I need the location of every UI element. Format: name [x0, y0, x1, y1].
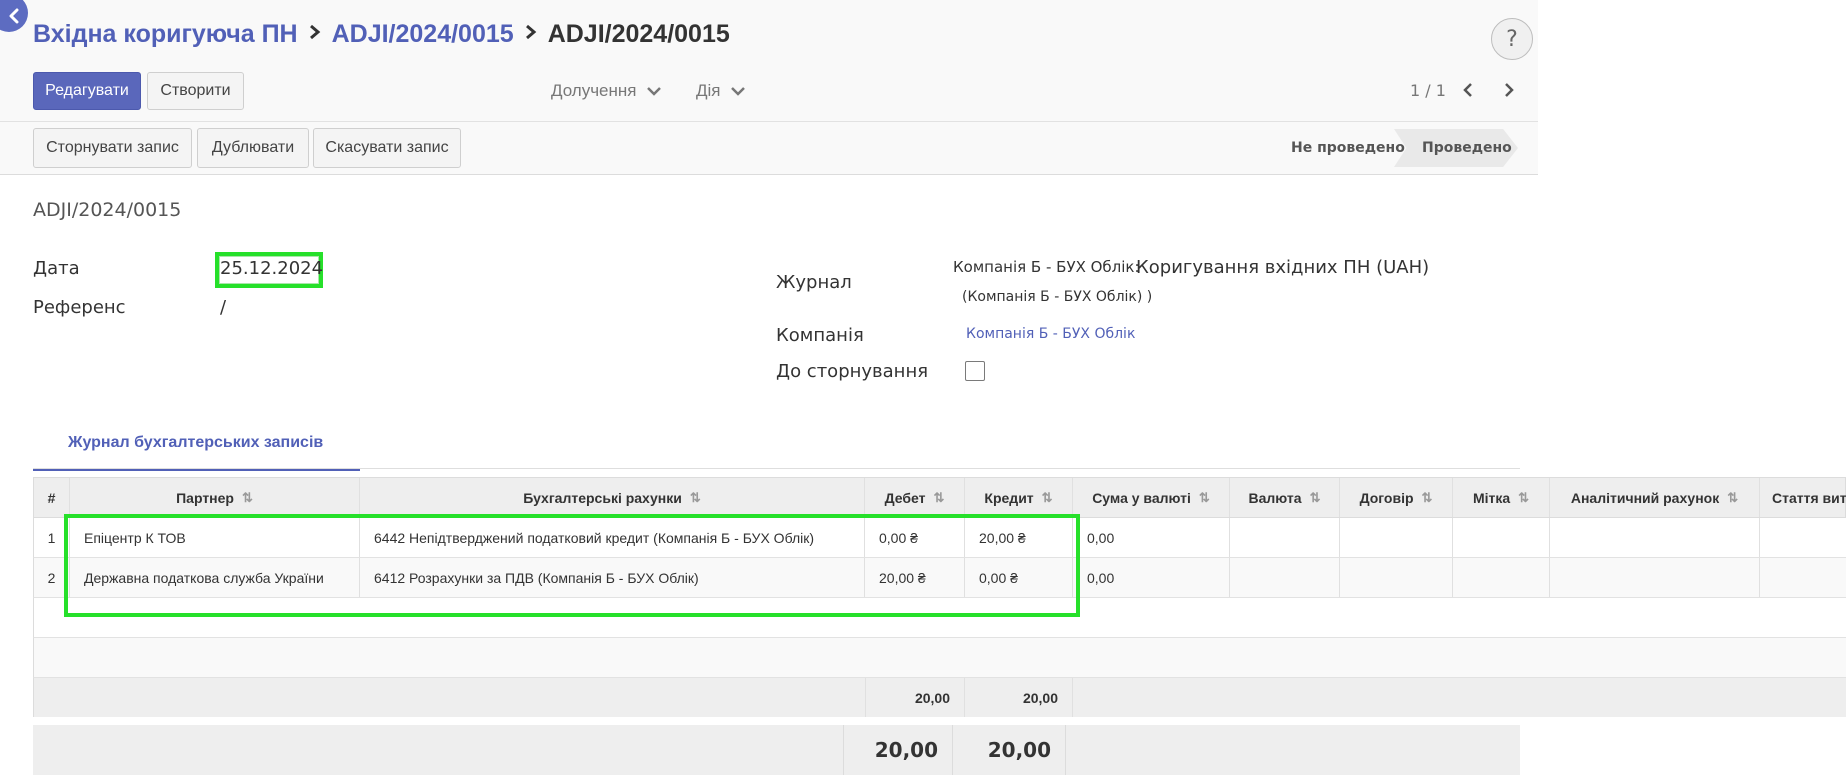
tab-active-indicator: [33, 469, 360, 471]
row-analytic[interactable]: [1550, 518, 1760, 557]
row-analytic[interactable]: [1550, 558, 1760, 597]
header-expense-item-label: Стаття вит: [1772, 489, 1846, 506]
footer-debit-total: 20,00: [843, 725, 953, 775]
row-currency[interactable]: [1230, 518, 1340, 557]
footer-totals: 20,00 20,00: [33, 725, 1520, 775]
breadcrumb-current: ADJI/2024/0015: [547, 20, 730, 48]
header-credit-label: Кредит: [984, 489, 1034, 506]
control-panel-bottom-border: [0, 174, 1538, 175]
row-label[interactable]: [1453, 558, 1550, 597]
breadcrumb-root-link[interactable]: Вхідна коригуюча ПН: [33, 20, 298, 49]
chevron-left-icon: [1463, 83, 1472, 97]
header-account[interactable]: Бухгалтерські рахунки ⇅: [360, 478, 865, 517]
header-number-label: #: [47, 489, 56, 506]
attachments-dropdown-label: Долучення: [551, 81, 637, 100]
to-reverse-label: До сторнування: [776, 361, 929, 382]
totals-debit: 20,00: [865, 678, 965, 717]
row-label[interactable]: [1453, 518, 1550, 557]
header-analytic[interactable]: Аналітичний рахунок ⇅: [1550, 478, 1760, 517]
sort-icon: ⇅: [689, 489, 701, 505]
chevron-down-icon: [646, 87, 661, 96]
sort-icon: ⇅: [241, 489, 253, 505]
sort-icon: ⇅: [1727, 489, 1739, 505]
chevron-left-icon: [9, 8, 19, 24]
reference-label: Референс: [33, 297, 126, 318]
company-label: Компанія: [776, 325, 864, 346]
header-account-label: Бухгалтерські рахунки: [523, 489, 682, 506]
header-partner-label: Партнер: [176, 489, 234, 506]
row-contract[interactable]: [1340, 518, 1453, 557]
header-contract[interactable]: Договір ⇅: [1340, 478, 1453, 517]
row-contract[interactable]: [1340, 558, 1453, 597]
control-panel-divider: [0, 121, 1538, 122]
tab-journal-items[interactable]: Журнал бухгалтерських записів: [68, 434, 323, 452]
header-debit-label: Дебет: [884, 489, 926, 506]
header-contract-label: Договір: [1359, 489, 1414, 506]
action-dropdown[interactable]: Дія: [696, 81, 745, 101]
reference-value: /: [220, 297, 227, 318]
sort-icon: ⇅: [1198, 489, 1210, 505]
header-amount-currency-label: Сума у валюті: [1092, 489, 1191, 506]
header-number: #: [34, 478, 70, 517]
rows-highlight: [64, 514, 1080, 617]
pager-value[interactable]: 1 / 1: [1410, 81, 1446, 100]
status-posted[interactable]: Проведено: [1422, 129, 1512, 167]
table-totals-row: 20,00 20,00: [33, 678, 1846, 717]
sort-icon: ⇅: [1041, 489, 1053, 505]
breadcrumb-parent-link[interactable]: ADJI/2024/0015: [332, 20, 514, 49]
header-amount-currency[interactable]: Сума у валюті ⇅: [1073, 478, 1230, 517]
header-debit[interactable]: Дебет ⇅: [865, 478, 965, 517]
table-empty-row[interactable]: [33, 638, 1846, 678]
help-button[interactable]: ?: [1491, 18, 1533, 60]
journal-company: (Компанія Б - БУХ Облік) ): [962, 289, 1153, 305]
header-currency-label: Валюта: [1248, 489, 1302, 506]
chevron-down-icon: [730, 87, 745, 96]
header-credit[interactable]: Кредит ⇅: [965, 478, 1073, 517]
date-value[interactable]: 25.12.2024: [220, 258, 323, 279]
reverse-entry-button[interactable]: Сторнувати запис: [33, 128, 192, 168]
footer-credit-total: 20,00: [953, 725, 1066, 775]
record-name: ADJI/2024/0015: [33, 199, 182, 221]
attachments-dropdown[interactable]: Долучення: [551, 81, 661, 101]
create-button[interactable]: Створити: [147, 72, 244, 110]
header-partner[interactable]: Партнер ⇅: [70, 478, 360, 517]
journal-prefix: Компанія Б - БУХ Облік:: [953, 258, 1140, 276]
header-analytic-label: Аналітичний рахунок: [1570, 489, 1720, 506]
edit-button[interactable]: Редагувати: [33, 72, 141, 110]
journal-label: Журнал: [776, 272, 852, 293]
totals-credit: 20,00: [965, 678, 1073, 717]
sort-icon: ⇅: [1421, 489, 1433, 505]
journal-value[interactable]: Коригування вхідних ПН (UAH): [1136, 257, 1429, 278]
header-currency[interactable]: Валюта ⇅: [1230, 478, 1340, 517]
action-dropdown-label: Дія: [696, 81, 721, 100]
to-reverse-checkbox[interactable]: [965, 361, 985, 381]
breadcrumb-separator-icon: [308, 22, 322, 48]
date-label: Дата: [33, 258, 80, 279]
sort-icon: ⇅: [933, 489, 945, 505]
table-header-row: # Партнер ⇅ Бухгалтерські рахунки ⇅ Дебет ⇅…: [33, 477, 1846, 518]
company-link[interactable]: Компанія Б - БУХ Облік: [966, 326, 1135, 342]
row-currency[interactable]: [1230, 558, 1340, 597]
header-expense-item[interactable]: Стаття вит: [1760, 478, 1846, 517]
cancel-entry-button[interactable]: Скасувати запис: [313, 128, 461, 168]
sort-icon: ⇅: [1518, 489, 1530, 505]
pager-previous-button[interactable]: [1461, 80, 1475, 104]
chevron-right-icon: [1505, 83, 1514, 97]
header-label[interactable]: Мітка ⇅: [1453, 478, 1550, 517]
duplicate-button[interactable]: Дублювати: [197, 128, 309, 168]
breadcrumb-separator-icon: [524, 22, 538, 48]
breadcrumb: Вхідна коригуюча ПН ADJI/2024/0015 ADJI/…: [33, 20, 730, 49]
pager-next-button[interactable]: [1502, 80, 1516, 104]
row-amount-currency[interactable]: 0,00: [1073, 558, 1230, 597]
header-label-label: Мітка: [1472, 489, 1511, 506]
sort-icon: ⇅: [1309, 489, 1321, 505]
status-draft[interactable]: Не проведено: [1291, 129, 1405, 167]
row-amount-currency[interactable]: 0,00: [1073, 518, 1230, 557]
